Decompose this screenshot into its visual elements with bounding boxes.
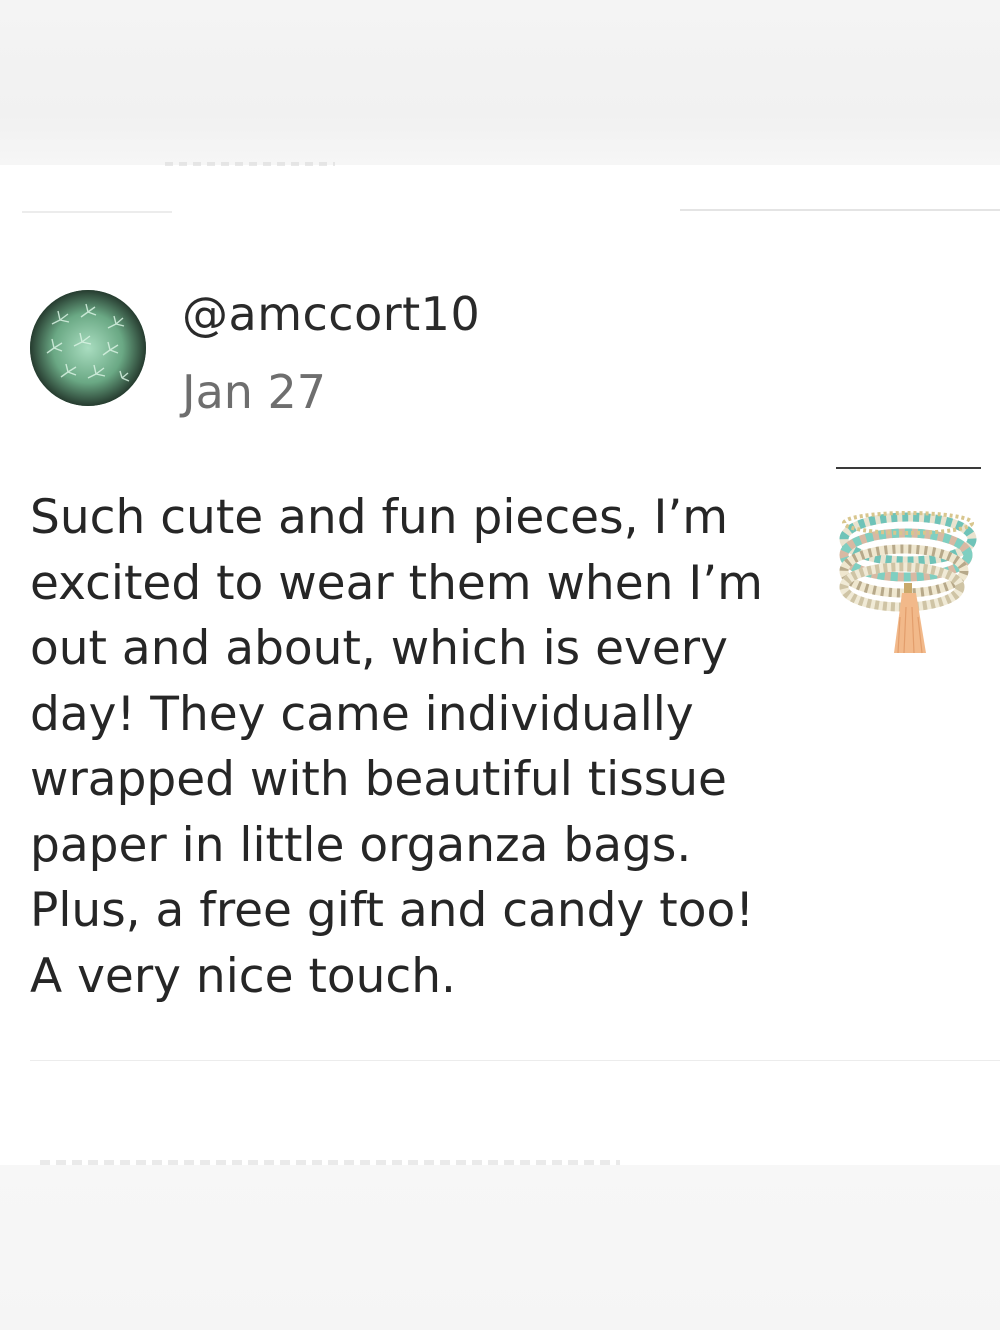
succulent-icon xyxy=(30,290,146,406)
next-review-blurred xyxy=(0,1165,1000,1330)
bracelet-icon xyxy=(836,471,980,673)
product-thumbnail[interactable] xyxy=(836,467,980,673)
previous-review-fragment xyxy=(165,162,335,166)
review-username[interactable]: @amccort10 xyxy=(182,287,480,341)
divider xyxy=(680,209,1000,211)
divider xyxy=(22,211,172,213)
avatar[interactable] xyxy=(30,290,146,406)
review-body: Such cute and fun pieces, I’m excited to… xyxy=(30,490,763,1004)
divider xyxy=(30,1060,1000,1061)
review-screen: @amccort10 Jan 27 Such cute and fun piec… xyxy=(0,0,1000,1330)
review-card: @amccort10 Jan 27 Such cute and fun piec… xyxy=(0,215,1000,1060)
previous-review-blurred xyxy=(0,0,1000,165)
review-date: Jan 27 xyxy=(182,365,327,419)
